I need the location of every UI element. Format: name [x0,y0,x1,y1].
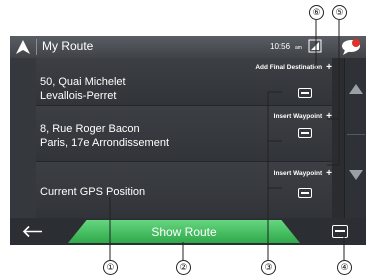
callout-2: ② [176,260,191,275]
callout-5: ⑤ [332,5,347,20]
callout-4: ④ [337,260,352,275]
callout-1: ① [103,260,118,275]
callout-6: ⑥ [309,5,324,20]
callout-3: ③ [261,260,276,275]
callout-leaders [109,20,345,260]
